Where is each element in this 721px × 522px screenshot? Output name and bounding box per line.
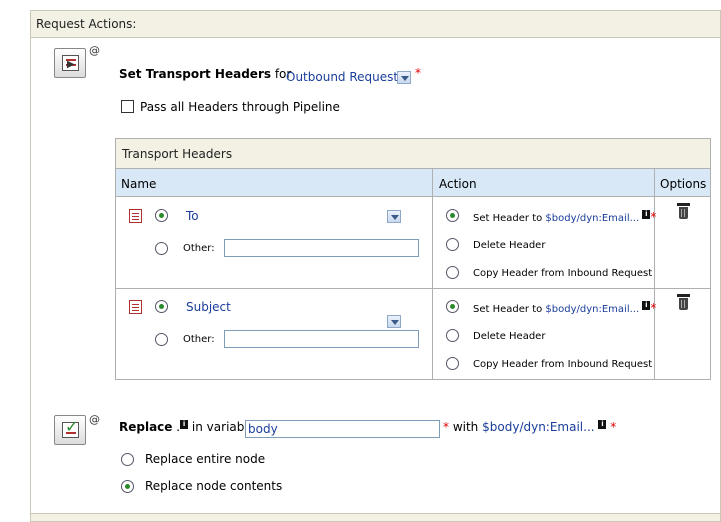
set-header-radio[interactable] <box>446 300 459 313</box>
direction-value[interactable]: Outbound Request <box>286 70 398 84</box>
set-header-label: Set Header to <box>473 304 543 315</box>
set-header-expression[interactable]: $body/dyn:Email... <box>545 304 639 315</box>
copy-header-radio[interactable] <box>446 357 459 370</box>
check-icon: ✓ <box>65 417 79 436</box>
delete-row-trash-icon[interactable] <box>677 294 690 310</box>
delete-header-label: Delete Header <box>473 331 546 342</box>
other-label: Other: <box>183 243 215 254</box>
other-label: Other: <box>183 334 215 345</box>
required-marker: * <box>415 66 421 80</box>
set-header-label: Set Header to <box>473 213 543 224</box>
panel-footer <box>31 513 720 521</box>
header-name-value[interactable]: To <box>186 209 199 223</box>
row-divider <box>116 288 710 289</box>
other-radio[interactable] <box>155 242 168 255</box>
required-marker: * <box>443 420 449 434</box>
other-header-input[interactable] <box>224 239 419 257</box>
header-document-icon[interactable] <box>129 300 142 314</box>
other-radio[interactable] <box>155 333 168 346</box>
action-menu-link[interactable]: @ <box>89 44 100 57</box>
header-name-radio[interactable] <box>155 300 168 313</box>
transport-headers-table: Transport Headers Name Action Options To… <box>115 138 711 380</box>
arrow-icon: ▶ <box>67 59 75 70</box>
stage-title: Set Transport Headers <box>119 67 271 81</box>
pass-all-headers-label: Pass all Headers through Pipeline <box>140 100 340 114</box>
required-marker: * <box>650 301 657 315</box>
action-menu-link[interactable]: @ <box>89 413 100 426</box>
delete-row-trash-icon[interactable] <box>677 203 690 219</box>
required-marker: * <box>610 420 617 434</box>
table-title: Transport Headers <box>116 139 710 169</box>
replace-entire-node-label: Replace entire node <box>145 452 266 466</box>
column-divider <box>432 169 433 380</box>
column-action-header: Action <box>439 177 477 191</box>
header-name-dropdown-icon[interactable] <box>387 315 401 328</box>
header-name-dropdown-icon[interactable] <box>387 210 401 223</box>
delete-header-radio[interactable] <box>446 329 459 342</box>
with-expression[interactable]: $body/dyn:Email... <box>482 420 594 434</box>
header-name-radio[interactable] <box>155 209 168 222</box>
variable-input[interactable] <box>245 420 440 438</box>
set-header-radio[interactable] <box>446 209 459 222</box>
replace-node-contents-label: Replace node contents <box>145 479 283 493</box>
direction-dropdown-icon[interactable] <box>397 71 411 84</box>
column-name-header: Name <box>121 177 157 191</box>
replace-title: Replace <box>119 420 173 434</box>
replace-entire-node-radio[interactable] <box>121 453 134 466</box>
delete-header-radio[interactable] <box>446 238 459 251</box>
header-document-icon[interactable] <box>129 209 142 223</box>
panel-title: Request Actions: <box>31 11 720 38</box>
header-name-value[interactable]: Subject <box>186 300 231 314</box>
required-marker: * <box>650 210 657 224</box>
transport-headers-action-icon[interactable]: ▶ <box>54 48 86 78</box>
info-icon[interactable]: i <box>180 420 189 429</box>
info-icon[interactable]: i <box>598 420 607 429</box>
copy-header-label: Copy Header from Inbound Request <box>473 268 653 279</box>
set-header-expression[interactable]: $body/dyn:Email... <box>545 213 639 224</box>
copy-header-radio[interactable] <box>446 266 459 279</box>
with-label: with <box>452 420 479 434</box>
copy-header-label: Copy Header from Inbound Request <box>473 359 653 370</box>
pass-all-headers-checkbox[interactable] <box>121 100 134 113</box>
column-divider <box>654 169 655 380</box>
other-header-input[interactable] <box>224 330 419 348</box>
delete-header-label: Delete Header <box>473 240 546 251</box>
table-column-headers: Name Action Options <box>116 169 710 197</box>
replace-node-contents-radio[interactable] <box>121 480 134 493</box>
column-options-header: Options <box>660 177 707 191</box>
replace-action-icon[interactable]: ✓ <box>54 415 86 445</box>
